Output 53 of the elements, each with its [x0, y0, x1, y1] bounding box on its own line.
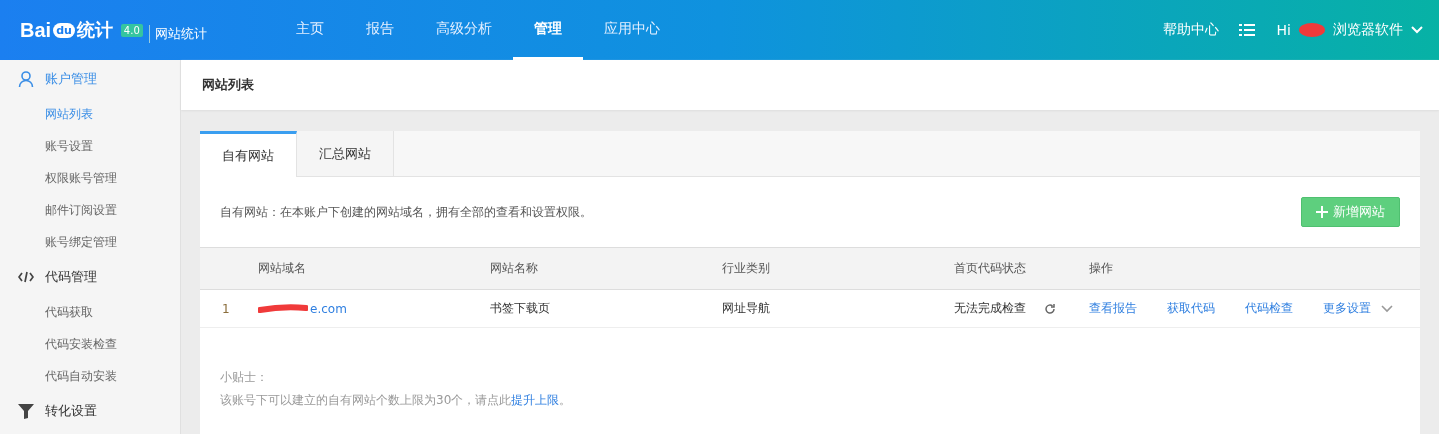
column-header: 操作	[1089, 260, 1114, 277]
column-header: 网站域名	[258, 260, 307, 277]
user-menu[interactable]: 浏览器软件	[1333, 21, 1403, 39]
column-header: 首页代码状态	[954, 260, 1027, 277]
column-header: 网站名称	[490, 260, 539, 277]
sidebar-item[interactable]: 权限账号管理	[0, 162, 180, 194]
greeting: Hi	[1276, 22, 1291, 38]
tab[interactable]: 自有网站	[200, 131, 297, 177]
tab[interactable]: 汇总网站	[297, 131, 394, 177]
sidebar-item[interactable]: 网站列表	[0, 98, 180, 130]
product-name: 网站统计	[148, 25, 207, 43]
logo-paw: du	[53, 22, 75, 38]
chevron-down-icon[interactable]	[1381, 304, 1393, 313]
sidebar-group[interactable]: 账户管理	[45, 70, 97, 88]
code-icon	[18, 271, 34, 283]
sidebar-group[interactable]: 转化设置	[45, 402, 97, 420]
sidebar-item[interactable]: 代码自动安装	[0, 360, 180, 392]
help-link[interactable]: 帮助中心	[1162, 21, 1219, 39]
table-cell: 无法完成检查	[954, 300, 1026, 317]
user-icon	[18, 71, 34, 87]
page-title: 网站列表	[202, 76, 254, 94]
sidebar-item[interactable]: 代码获取	[0, 296, 180, 328]
nav-tab[interactable]: 主页	[275, 0, 345, 60]
description: 自有网站：在本账户下创建的网站域名，拥有全部的查看和设置权限。	[220, 203, 592, 221]
action-link[interactable]: 代码检查	[1245, 300, 1293, 317]
redaction-mark	[258, 303, 308, 314]
refresh-icon[interactable]	[1044, 302, 1056, 315]
action-link[interactable]: 查看报告	[1089, 300, 1137, 317]
logo-text: 统计	[76, 18, 113, 42]
list-icon[interactable]	[1238, 23, 1255, 37]
nav-tab[interactable]: 高级分析	[415, 0, 513, 60]
action-link[interactable]: 获取代码	[1167, 300, 1215, 317]
tips-text: 该账号下可以建立的自有网站个数上限为30个，请点此提升上限。	[220, 392, 573, 409]
sidebar-item[interactable]: 代码安装检查	[0, 328, 180, 360]
plus-icon	[1316, 206, 1328, 218]
row-index: 1	[221, 301, 231, 316]
nav-tab[interactable]: 报告	[345, 0, 415, 60]
domain-link[interactable]: e.com	[310, 301, 347, 316]
action-link[interactable]: 更多设置	[1323, 300, 1371, 317]
version-badge: 4.0	[120, 23, 143, 37]
table-cell-text: 书签下载页	[490, 300, 551, 317]
sidebar-item[interactable]: 账号设置	[0, 130, 180, 162]
upgrade-link[interactable]: 提升上限	[511, 393, 560, 407]
table-cell-text: 网址导航	[722, 300, 771, 317]
filter-icon	[18, 403, 34, 419]
sidebar-item[interactable]: 账号绑定管理	[0, 226, 180, 258]
redaction-mark	[1299, 22, 1325, 38]
column-header: 行业类别	[722, 260, 771, 277]
sidebar-group[interactable]: 代码管理	[45, 268, 97, 286]
sidebar-item[interactable]: 邮件订阅设置	[0, 194, 180, 226]
tips-title: 小贴士：	[220, 369, 269, 386]
nav-tab[interactable]: 应用中心	[583, 0, 681, 60]
logo-text: Bai	[20, 18, 52, 42]
